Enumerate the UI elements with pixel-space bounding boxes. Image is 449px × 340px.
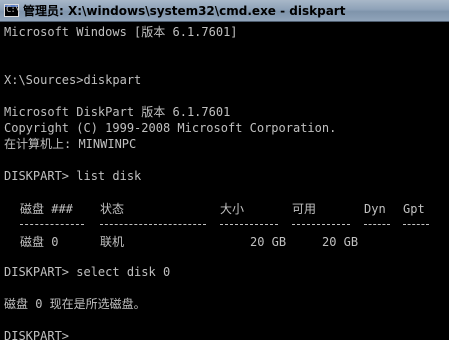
table-separator	[220, 224, 278, 226]
window-title: 管理员: X:\windows\system32\cmd.exe - diskp…	[23, 4, 346, 18]
table-header-status: 状态	[100, 202, 125, 216]
console-line: DISKPART> select disk 0	[4, 265, 171, 279]
cmd-icon[interactable]: C:\	[4, 4, 20, 17]
table-separator	[292, 224, 350, 226]
cmd-window: C:\ 管理员: X:\windows\system32\cmd.exe - d…	[0, 0, 449, 340]
table-header-free: 可用	[292, 202, 317, 216]
table-cell-disk: 磁盘 0	[20, 235, 59, 249]
console-line: Microsoft Windows [版本 6.1.7601]	[4, 25, 238, 39]
table-header-dyn: Dyn	[364, 202, 386, 216]
table-separator	[403, 224, 429, 226]
table-header-size: 大小	[220, 202, 245, 216]
console-line: Copyright (C) 1999-2008 Microsoft Corpor…	[4, 121, 337, 135]
table-separator	[364, 224, 390, 226]
title-bar[interactable]: C:\ 管理员: X:\windows\system32\cmd.exe - d…	[0, 0, 449, 22]
console-output[interactable]: Microsoft Windows [版本 6.1.7601] X:\Sourc…	[0, 22, 449, 340]
table-separator	[20, 224, 84, 226]
table-cell-size: 20 GB	[250, 235, 287, 249]
table-separator	[100, 224, 206, 226]
console-line: DISKPART> list disk	[4, 169, 142, 183]
table-header-gpt: Gpt	[403, 202, 425, 216]
table-cell-free: 20 GB	[322, 235, 359, 249]
console-line: 在计算机上: MINWINPC	[4, 137, 137, 151]
cmd-icon-glyph: C:\	[6, 5, 20, 15]
console-prompt[interactable]: DISKPART>	[4, 328, 69, 340]
table-cell-status: 联机	[100, 235, 125, 249]
console-line: Microsoft DiskPart 版本 6.1.7601	[4, 105, 231, 119]
console-line: 磁盘 0 现在是所选磁盘。	[4, 297, 146, 311]
console-line: X:\Sources>diskpart	[4, 73, 142, 87]
table-header-disk: 磁盘 ###	[20, 202, 73, 216]
